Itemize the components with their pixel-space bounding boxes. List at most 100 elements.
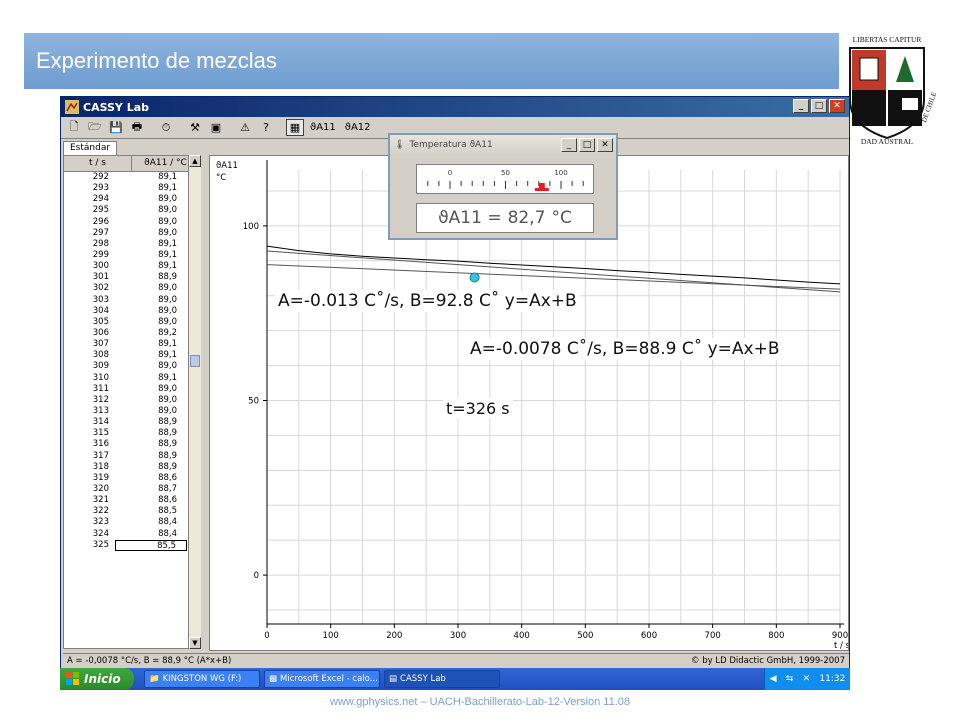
table-row[interactable]: 296 89,0 xyxy=(64,217,200,228)
table-row[interactable]: 324 88,4 xyxy=(64,529,200,540)
scale-ticks: 0 50 100 xyxy=(427,169,584,191)
help-icon[interactable]: ? xyxy=(257,119,275,136)
table-row[interactable]: 301 88,9 xyxy=(64,272,200,283)
table-row[interactable]: 311 89,0 xyxy=(64,384,200,395)
taskbar-item-cassy[interactable]: ▤ CASSY Lab xyxy=(384,670,500,688)
table-row[interactable]: 292 89,1 xyxy=(64,172,200,183)
taskbar-item-kingston[interactable]: 📁 KINGSTON WG (F:) xyxy=(144,670,260,688)
table-row[interactable]: 314 88,9 xyxy=(64,417,200,428)
table-row[interactable]: 298 89,1 xyxy=(64,239,200,250)
new-file-icon[interactable]: 🗋 xyxy=(65,119,83,136)
popup-maximize-button[interactable]: □ xyxy=(579,138,595,152)
table-row[interactable]: 313 89,0 xyxy=(64,406,200,417)
cell-temp: 88,4 xyxy=(158,517,177,528)
save-icon[interactable]: 💾 xyxy=(107,119,125,136)
close-button[interactable]: ✕ xyxy=(829,99,845,113)
popup-titlebar[interactable]: 🌡 Temperatura ϑA11 _ □ ✕ xyxy=(390,135,616,155)
table-row[interactable]: 308 89,1 xyxy=(64,350,200,361)
table-row[interactable]: 316 88,9 xyxy=(64,439,200,450)
cell-temp: 89,1 xyxy=(158,372,177,383)
table-row[interactable]: 300 89,1 xyxy=(64,261,200,272)
cell-time: 318 xyxy=(92,461,109,472)
cell-time: 320 xyxy=(92,483,109,494)
minimize-button[interactable]: _ xyxy=(793,99,809,113)
taskbar-item-excel[interactable]: ▩ Microsoft Excel - calo... xyxy=(264,670,380,688)
x-tick-label: 400 xyxy=(514,631,530,641)
cell-time: 293 xyxy=(92,183,109,194)
table-row[interactable]: 294 89,0 xyxy=(64,194,200,205)
start-button[interactable]: Inicio xyxy=(60,668,134,690)
clock[interactable]: 11:32 xyxy=(819,674,845,684)
table-row[interactable]: 319 88,6 xyxy=(64,473,200,484)
shield-icon[interactable]: ✕ xyxy=(803,674,811,684)
table-row[interactable]: 303 89,0 xyxy=(64,295,200,306)
cell-time: 319 xyxy=(92,472,109,483)
window-titlebar[interactable]: CASSY Lab _ □ ✕ xyxy=(61,97,849,117)
slide-footer: www.gphysics.net – UACH-Bachillerato-Lab… xyxy=(330,696,630,708)
table-row[interactable]: 295 89,0 xyxy=(64,205,200,216)
cell-time: 316 xyxy=(92,439,109,450)
reading-value: 82,7 xyxy=(507,208,546,228)
table-row[interactable]: 293 89,1 xyxy=(64,183,200,194)
scroll-thumb[interactable] xyxy=(190,355,200,367)
tab-estandar[interactable]: Estándar xyxy=(63,141,118,155)
cell-temp: 89,0 xyxy=(158,194,177,205)
settings-icon[interactable]: ⚒ xyxy=(186,119,204,136)
sensor-a11-button[interactable]: ϑA11 xyxy=(307,119,339,136)
table-row[interactable]: 309 89,0 xyxy=(64,361,200,372)
cell-temp: 88,9 xyxy=(158,417,177,428)
open-file-icon[interactable]: 🗁 xyxy=(86,119,104,136)
table-row[interactable]: 325 85,5 xyxy=(64,539,200,551)
cell-time: 303 xyxy=(92,294,109,305)
table-body: 292 89,1 293 89,1 294 89,0 295 89,0 296 89,0 297 89… xyxy=(64,172,200,551)
warning-icon[interactable]: ⚠ xyxy=(236,119,254,136)
table-row[interactable]: 318 88,9 xyxy=(64,462,200,473)
status-bar: A = -0,0078 °C/s, B = 88,9 °C (A*x+B) © … xyxy=(63,653,849,667)
cell-temp: 89,1 xyxy=(158,238,177,249)
scroll-up-icon[interactable]: ▲ xyxy=(189,155,201,167)
sensor-a12-button[interactable]: ϑA12 xyxy=(341,119,374,136)
y-tick-label: 0 xyxy=(254,571,259,581)
scroll-down-icon[interactable]: ▼ xyxy=(189,637,201,649)
back-icon[interactable]: ◀ xyxy=(770,674,777,684)
x-tick-label: 200 xyxy=(386,631,402,641)
cell-time: 295 xyxy=(92,205,109,216)
print-icon[interactable]: 🖶 xyxy=(128,119,146,136)
network-icon[interactable]: ⇆ xyxy=(786,674,794,684)
cell-temp: 89,0 xyxy=(158,294,177,305)
table-row[interactable]: 312 89,0 xyxy=(64,395,200,406)
table-row[interactable]: 321 88,6 xyxy=(64,495,200,506)
cell-time: 309 xyxy=(92,361,109,372)
popup-minimize-button[interactable]: _ xyxy=(561,138,577,152)
table-view-icon[interactable]: ▦ xyxy=(286,119,304,136)
table-row[interactable]: 317 88,9 xyxy=(64,451,200,462)
table-row[interactable]: 306 89,2 xyxy=(64,328,200,339)
maximize-button[interactable]: □ xyxy=(811,99,827,113)
table-row[interactable]: 322 88,5 xyxy=(64,506,200,517)
cell-temp: 89,0 xyxy=(158,383,177,394)
table-row[interactable]: 299 89,1 xyxy=(64,250,200,261)
x-tick-label: 0 xyxy=(264,631,269,641)
table-row[interactable]: 297 89,0 xyxy=(64,228,200,239)
table-row[interactable]: 310 89,1 xyxy=(64,373,200,384)
display-icon[interactable]: ▣ xyxy=(207,119,225,136)
popup-close-button[interactable]: ✕ xyxy=(597,138,613,152)
cell-time: 302 xyxy=(92,283,109,294)
cell-time: 314 xyxy=(92,417,109,428)
stopwatch-icon[interactable]: ⏱ xyxy=(157,119,175,136)
table-row[interactable]: 315 88,9 xyxy=(64,428,200,439)
cell-time: 297 xyxy=(92,227,109,238)
column-header-time[interactable]: t / s xyxy=(64,156,132,171)
table-row[interactable]: 305 89,0 xyxy=(64,317,200,328)
table-row[interactable]: 307 89,1 xyxy=(64,339,200,350)
cell-temp: 88,6 xyxy=(158,495,177,506)
table-row[interactable]: 323 88,4 xyxy=(64,517,200,528)
cell-time: 294 xyxy=(92,194,109,205)
table-row[interactable]: 304 89,0 xyxy=(64,306,200,317)
table-row[interactable]: 302 89,0 xyxy=(64,283,200,294)
fit-annotation-2: A=-0.0078 C˚/s, B=88.9 C˚ y=Ax+B xyxy=(466,338,784,360)
table-scrollbar[interactable]: ▲ ▼ xyxy=(188,155,201,649)
temperature-display-window: 🌡 Temperatura ϑA11 _ □ ✕ 0 50 100 ϑA11 = 8… xyxy=(388,133,618,240)
table-row[interactable]: 320 88,7 xyxy=(64,484,200,495)
status-copyright: © by LD Didactic GmbH, 1999-2007 xyxy=(691,656,845,666)
